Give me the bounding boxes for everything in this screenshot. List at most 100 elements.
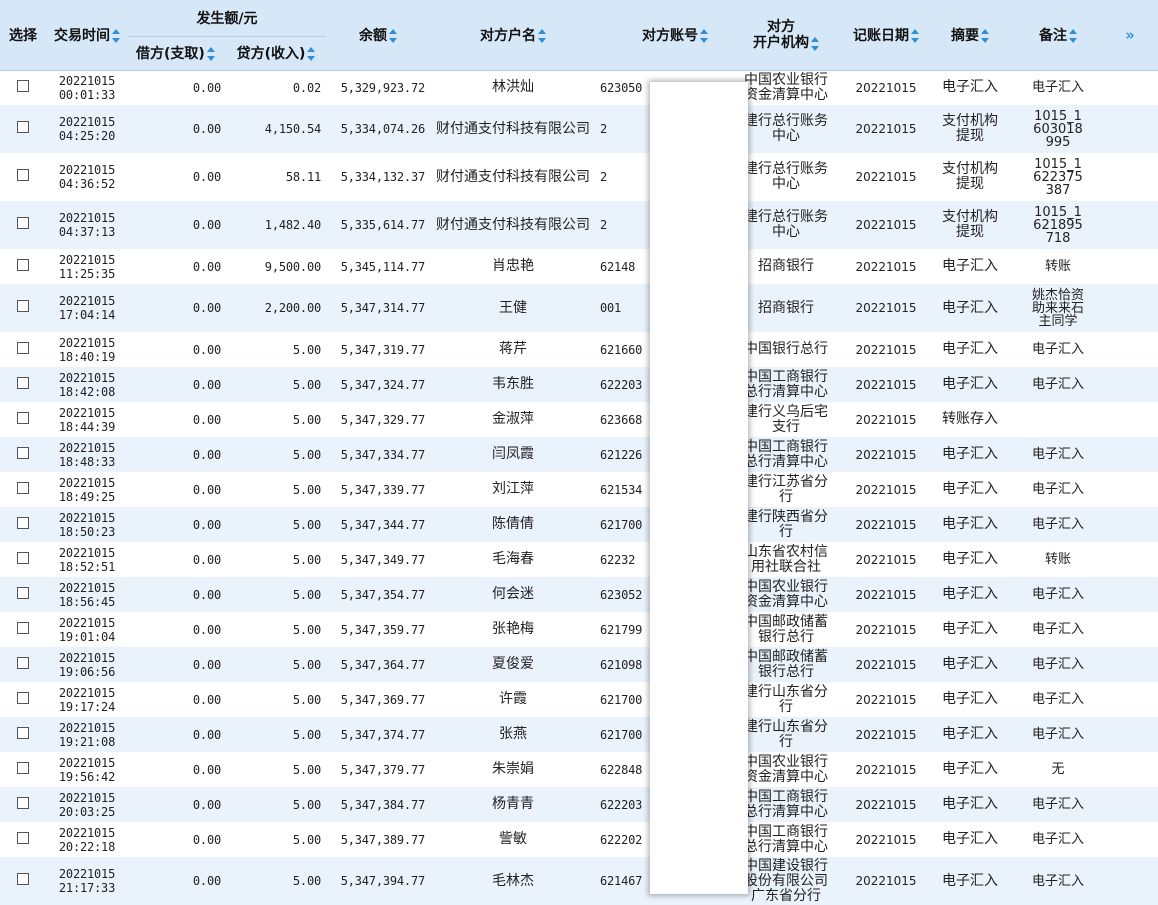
table-row[interactable]: 20221015 18:40:19 0.00 5.00 5,347,319.77 蒋芹 62… [0,332,1158,367]
table-row[interactable]: 20221015 18:42:08 0.00 5.00 5,347,324.77 韦东胜 6… [0,367,1158,402]
sort-icon[interactable] [538,28,546,43]
note-cell: 无 [1051,762,1065,777]
select-cell [0,717,46,752]
header-summary[interactable]: 摘要 [926,0,1014,71]
header-counterparty-account[interactable]: 对方账号 [596,0,726,71]
row-checkbox[interactable] [17,761,29,774]
row-checkbox[interactable] [17,726,29,739]
summary-cell: 电子汇入 [926,284,1014,332]
table-row[interactable]: 20221015 04:37:13 0.00 1,482.40 5,335,614.77… [0,201,1158,249]
debit-cell: 0.00 [192,412,221,427]
balance-cell: 5,347,374.77 [326,717,430,752]
summary-cell: 支付机构提现 [942,161,998,192]
note-cell: 姚杰恰资助来来石主同学 [1014,284,1102,332]
sort-icon[interactable] [911,28,919,43]
post-date-cell: 20221015 [846,857,926,905]
empty-cell [1102,822,1158,857]
header-note[interactable]: 备注 [1014,0,1102,71]
post-date-cell: 20221015 [846,201,926,249]
row-checkbox[interactable] [17,376,29,389]
select-cell [0,577,46,612]
row-checkbox[interactable] [17,796,29,809]
chevron-double-right-icon[interactable]: » [1125,26,1135,44]
table-row[interactable]: 20221015 20:22:18 0.00 5.00 5,347,389.77 訾敏 62… [0,822,1158,857]
note-cell: 电子汇入 [1014,577,1102,612]
table-row[interactable]: 20221015 18:56:45 0.00 5.00 5,347,354.77 何会迷 6… [0,577,1158,612]
table-row[interactable]: 20221015 19:56:42 0.00 5.00 5,347,379.77 朱崇娟 6… [0,752,1158,787]
row-checkbox[interactable] [17,551,29,564]
summary-cell: 电子汇入 [926,787,1014,822]
sort-icon[interactable] [112,28,120,43]
note-cell: 1015_1621895718 [1014,201,1102,249]
row-checkbox[interactable] [17,516,29,529]
note-cell: 电子汇入 [1014,857,1102,905]
header-counterparty-name[interactable]: 对方户名 [430,0,596,71]
credit-cell: 5.00 [292,552,321,567]
row-checkbox[interactable] [17,169,29,181]
header-credit[interactable]: 贷方(收入) [226,36,326,71]
row-checkbox[interactable] [17,831,29,844]
note-cell: 电子汇入 [1031,80,1084,96]
row-checkbox[interactable] [17,446,29,459]
time-cell: 20221015 04:25:20 [46,105,128,153]
row-checkbox[interactable] [17,121,29,133]
counterparty-name-cell: 朱崇娟 [492,761,534,777]
counterparty-name-cell: 陈倩倩 [430,507,596,542]
time-cell: 20221015 18:52:51 [58,545,116,574]
table-row[interactable]: 20221015 18:44:39 0.00 5.00 5,347,329.77 金淑萍 6… [0,402,1158,437]
balance-cell: 5,347,329.77 [340,412,425,427]
select-cell [0,402,46,437]
row-checkbox[interactable] [17,586,29,599]
row-checkbox[interactable] [17,621,29,634]
table-row[interactable]: 20221015 19:06:56 0.00 5.00 5,347,364.77 夏俊爱 6… [0,647,1158,682]
table-row[interactable]: 20221015 17:04:14 0.00 2,200.00 5,347,314.77… [0,284,1158,332]
time-cell: 20221015 19:56:42 [58,755,116,784]
row-checkbox[interactable] [17,217,29,229]
sort-icon[interactable] [981,28,989,43]
table-row[interactable]: 20221015 18:49:25 0.00 5.00 5,347,339.77 刘江萍 6… [0,472,1158,507]
sort-icon[interactable] [811,36,819,51]
table-row[interactable]: 20221015 20:03:25 0.00 5.00 5,347,384.77 杨青青 6… [0,787,1158,822]
empty-cell [1102,682,1158,717]
table-row[interactable]: 20221015 04:36:52 0.00 58.11 5,334,132.37 财付通… [0,153,1158,201]
empty-cell [1102,249,1158,284]
note-cell: 电子汇入 [1031,832,1084,847]
row-checkbox[interactable] [17,341,29,354]
table-row[interactable]: 20221015 19:21:08 0.00 5.00 5,347,374.77 张燕 62… [0,717,1158,752]
row-checkbox[interactable] [17,873,29,885]
sort-icon[interactable] [389,28,397,43]
header-counterparty-bank[interactable]: 对方 开户机构 [726,0,846,71]
table-row[interactable]: 20221015 18:48:33 0.00 5.00 5,347,334.77 闫凤霞 6… [0,437,1158,472]
empty-cell [1102,507,1158,542]
row-checkbox[interactable] [17,258,29,271]
row-checkbox[interactable] [17,656,29,669]
row-checkbox[interactable] [17,300,29,312]
table-row[interactable]: 20221015 04:25:20 0.00 4,150.54 5,334,074.26… [0,105,1158,153]
row-checkbox[interactable] [17,691,29,704]
row-checkbox[interactable] [17,411,29,424]
empty-cell [1102,201,1158,249]
expand-columns-button[interactable]: » [1102,0,1158,71]
balance-cell: 5,329,923.72 [340,80,425,95]
row-checkbox[interactable] [17,481,29,494]
row-checkbox[interactable] [17,79,29,92]
time-cell: 20221015 18:48:33 [46,437,128,472]
table-row[interactable]: 20221015 18:50:23 0.00 5.00 5,347,344.77 陈倩倩 6… [0,507,1158,542]
table-row[interactable]: 20221015 11:25:35 0.00 9,500.00 5,345,114.77… [0,249,1158,284]
table-row[interactable]: 20221015 19:01:04 0.00 5.00 5,347,359.77 张艳梅 6… [0,612,1158,647]
header-time[interactable]: 交易时间 [46,0,128,71]
table-row[interactable]: 20221015 18:52:51 0.00 5.00 5,347,349.77 毛海春 6… [0,542,1158,577]
credit-cell: 5.00 [292,412,321,427]
header-debit[interactable]: 借方(支取) [128,36,226,71]
sort-icon[interactable] [700,28,708,43]
summary-cell: 电子汇入 [942,258,998,274]
select-cell [0,752,46,787]
table-row[interactable]: 20221015 19:17:24 0.00 5.00 5,347,369.77 许霞 62… [0,682,1158,717]
header-post-date[interactable]: 记账日期 [846,0,926,71]
table-row[interactable]: 20221015 00:01:33 0.00 0.02 5,329,923.72 林洪灿 6… [0,70,1158,105]
header-balance[interactable]: 余额 [326,0,430,71]
sort-icon[interactable] [206,47,215,61]
table-row[interactable]: 20221015 21:17:33 0.00 5.00 5,347,394.77 毛林杰 6… [0,857,1158,905]
sort-icon[interactable] [1069,28,1077,43]
sort-icon[interactable] [307,47,316,61]
